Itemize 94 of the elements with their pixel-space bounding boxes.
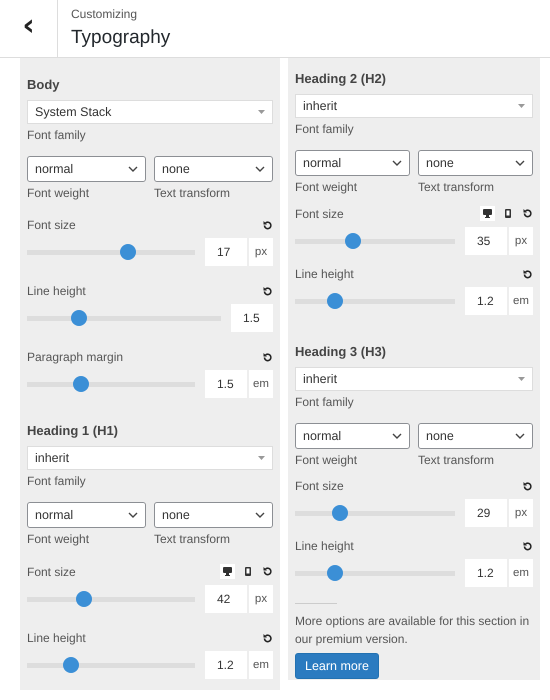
unit-label: px <box>249 238 273 266</box>
unit-label: px <box>249 585 273 613</box>
field-label: Text transform <box>154 532 232 546</box>
phone-icon <box>243 566 254 577</box>
chevron-down-icon <box>128 166 138 172</box>
control-label: Paragraph margin <box>27 350 124 364</box>
slider-thumb[interactable] <box>62 657 79 673</box>
device-toggle[interactable] <box>480 206 495 221</box>
reset-icon <box>262 286 273 296</box>
unit-label: px <box>509 499 533 527</box>
field-label: Font weight <box>295 453 358 467</box>
number-field[interactable]: 17 <box>205 238 247 266</box>
device-toggle[interactable] <box>220 564 235 579</box>
number-field[interactable]: 29 <box>465 499 507 527</box>
dropdown[interactable]: none <box>154 156 273 182</box>
slider-thumb[interactable] <box>332 505 348 521</box>
field-label: Font weight <box>27 186 90 200</box>
field-label: Font weight <box>295 180 358 194</box>
number-field[interactable]: 1.2 <box>465 287 507 315</box>
field-label: Text transform <box>418 180 496 194</box>
unit-label: em <box>249 651 273 679</box>
chevron-down-icon <box>392 433 402 439</box>
caret-icon <box>258 110 265 114</box>
reset-icon <box>262 220 273 230</box>
reset-icon <box>522 480 533 492</box>
reset-icon <box>262 352 273 362</box>
slider-thumb[interactable] <box>327 565 343 581</box>
section-heading: Heading 1 (H1) <box>27 423 120 438</box>
phone-icon <box>503 208 514 219</box>
dropdown[interactable]: normal <box>27 156 146 182</box>
reset-icon <box>522 208 533 219</box>
dropdown[interactable]: none <box>154 502 273 528</box>
reset-icon <box>522 268 533 280</box>
control-label: Font size <box>27 218 76 232</box>
slider-thumb[interactable] <box>344 233 361 249</box>
panel-title: Typography <box>71 27 170 49</box>
chevron-down-icon <box>255 512 265 518</box>
unit-label: em <box>509 559 533 587</box>
breadcrumb-label: Customizing <box>71 7 138 21</box>
dropdown[interactable]: none <box>418 150 533 176</box>
caret-icon <box>258 456 265 460</box>
reset-icon <box>262 566 273 577</box>
dropdown[interactable]: inherit <box>295 367 533 391</box>
dropdown[interactable]: none <box>418 423 533 449</box>
monitor-icon <box>222 566 233 577</box>
number-field[interactable]: 1.2 <box>465 559 507 587</box>
field-label: Text transform <box>154 186 232 200</box>
caret-icon <box>518 377 525 381</box>
chevron-down-icon <box>392 160 402 166</box>
field-label: Text transform <box>418 453 496 467</box>
chevron-down-icon <box>515 433 525 439</box>
dropdown[interactable]: inherit <box>27 446 273 470</box>
monitor-icon <box>482 208 493 219</box>
number-field[interactable]: 1.5 <box>231 304 273 332</box>
control-label: Line height <box>295 539 354 553</box>
slider-thumb[interactable] <box>71 310 88 326</box>
number-field[interactable]: 1.5 <box>205 370 247 398</box>
section-heading: Heading 3 (H3) <box>295 344 388 359</box>
control-label: Line height <box>27 631 86 645</box>
field-label: Font weight <box>27 532 90 546</box>
number-field[interactable]: 42 <box>205 585 247 613</box>
field-label: Font family <box>27 474 87 488</box>
chevron-down-icon <box>128 512 138 518</box>
dropdown[interactable]: inherit <box>295 94 533 118</box>
reset-icon <box>262 632 273 644</box>
unit-label: px <box>509 227 533 255</box>
unit-label: em <box>509 287 533 315</box>
caret-icon <box>518 104 525 108</box>
reset-icon <box>522 540 533 552</box>
section-heading: Heading 2 (H2) <box>295 71 388 86</box>
slider-thumb[interactable] <box>120 244 136 260</box>
control-label: Font size <box>295 206 344 220</box>
section-heading: Body <box>27 77 60 92</box>
number-field[interactable]: 35 <box>465 227 507 255</box>
unit-label: em <box>249 370 273 398</box>
slider-thumb[interactable] <box>72 376 89 392</box>
dropdown[interactable]: System Stack <box>27 100 273 124</box>
dropdown[interactable]: normal <box>27 502 146 528</box>
dropdown[interactable]: normal <box>295 423 410 449</box>
chevron-down-icon <box>515 160 525 166</box>
control-label: Font size <box>295 479 344 493</box>
field-label: Font family <box>27 128 87 142</box>
control-label: Line height <box>27 284 86 298</box>
field-label: Font family <box>295 395 355 409</box>
control-label: Line height <box>295 267 354 281</box>
field-label: Font family <box>295 122 355 136</box>
learn-more-button[interactable]: Learn more <box>295 653 379 679</box>
control-label: Font size <box>27 564 76 578</box>
slider-thumb[interactable] <box>327 293 343 309</box>
dropdown[interactable]: normal <box>295 150 410 176</box>
chevron-down-icon <box>255 166 265 172</box>
number-field[interactable]: 1.2 <box>205 651 247 679</box>
slider-thumb[interactable] <box>76 591 92 607</box>
notice-text: More options are available for this section in our premium version. <box>295 613 530 648</box>
